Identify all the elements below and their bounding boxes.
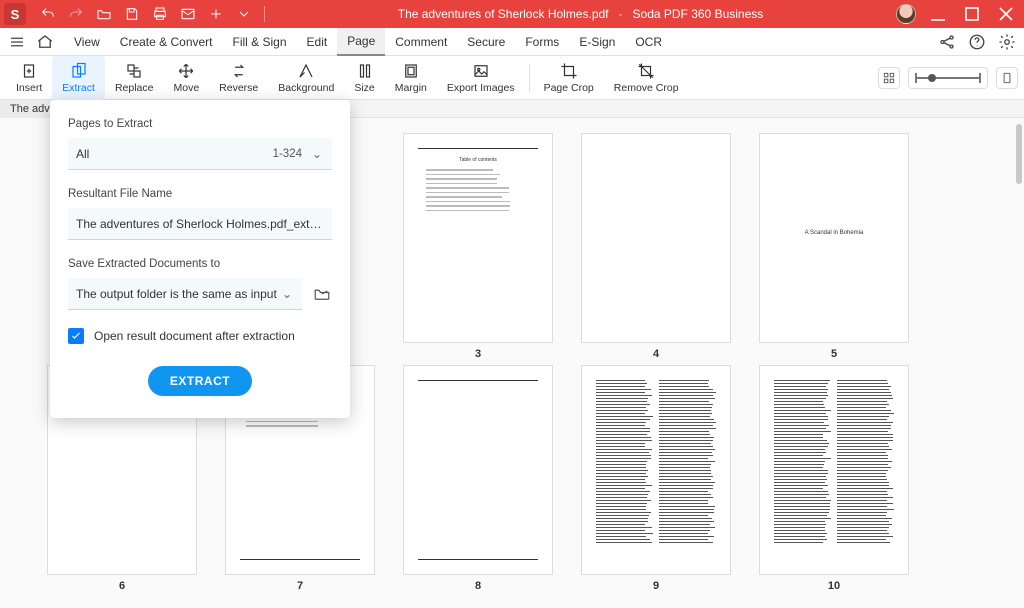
hamburger-icon[interactable] — [8, 33, 26, 51]
pages-to-extract-label: Pages to Extract — [68, 118, 332, 130]
maximize-button[interactable] — [960, 2, 984, 26]
tool-margin[interactable]: Margin — [385, 56, 437, 100]
undo-icon[interactable] — [40, 6, 56, 22]
page-number: 4 — [653, 348, 659, 360]
user-avatar[interactable] — [896, 4, 916, 24]
open-after-label: Open result document after extraction — [94, 329, 295, 343]
save-to-label: Save Extracted Documents to — [68, 258, 332, 270]
add-icon[interactable] — [208, 6, 224, 22]
single-page-toggle[interactable] — [996, 67, 1018, 89]
tool-replace[interactable]: Replace — [105, 56, 164, 100]
menu-secure[interactable]: Secure — [457, 28, 515, 56]
vertical-scrollbar[interactable] — [1016, 124, 1022, 184]
pages-range: 1-324 — [273, 148, 302, 160]
pages-range-dropdown[interactable]: All 1-324 ⌄ — [68, 138, 332, 170]
doc-filename: The adventures of Sherlock Holmes.pdf — [398, 7, 609, 21]
extract-button[interactable]: EXTRACT — [148, 366, 252, 396]
save-to-value: The output folder is the same as input — [76, 287, 280, 301]
page-thumb-10[interactable]: 10 — [760, 366, 908, 592]
save-icon[interactable] — [124, 6, 140, 22]
menu-page[interactable]: Page — [337, 28, 385, 56]
tool-background[interactable]: Background — [268, 56, 344, 100]
open-after-checkbox[interactable] — [68, 328, 84, 344]
extract-panel: Pages to Extract All 1-324 ⌄ Resultant F… — [50, 100, 350, 418]
pages-mode: All — [76, 147, 273, 161]
menu-fill-sign[interactable]: Fill & Sign — [223, 28, 297, 56]
thumbnail-grid-toggle[interactable] — [878, 67, 900, 89]
tool-page-crop[interactable]: Page Crop — [534, 56, 604, 100]
tool-extract[interactable]: Extract — [52, 56, 105, 100]
redo-icon[interactable] — [68, 6, 84, 22]
menu-create-convert[interactable]: Create & Convert — [110, 28, 223, 56]
page-number: 3 — [475, 348, 481, 360]
page-number: 10 — [828, 580, 840, 592]
page-number: 6 — [119, 580, 125, 592]
minimize-button[interactable] — [926, 2, 950, 26]
page-thumb-9[interactable]: 9 — [582, 366, 730, 592]
close-button[interactable] — [994, 2, 1018, 26]
tool-insert[interactable]: Insert — [6, 56, 52, 100]
menu-edit[interactable]: Edit — [297, 28, 338, 56]
save-to-dropdown[interactable]: The output folder is the same as input ⌄ — [68, 278, 302, 310]
home-icon[interactable] — [36, 33, 54, 51]
page-thumb-8[interactable]: 8 — [404, 366, 552, 592]
print-icon[interactable] — [152, 6, 168, 22]
chevron-down-icon: ⌄ — [280, 287, 294, 301]
tool-move[interactable]: Move — [163, 56, 209, 100]
page-number: 7 — [297, 580, 303, 592]
resultant-filename-input[interactable]: The adventures of Sherlock Holmes.pdf_ex… — [68, 208, 332, 240]
tool-reverse[interactable]: Reverse — [209, 56, 268, 100]
help-icon[interactable] — [968, 33, 986, 51]
page-number: 9 — [653, 580, 659, 592]
settings-icon[interactable] — [998, 33, 1016, 51]
menu-view[interactable]: View — [64, 28, 110, 56]
app-badge: S — [4, 3, 26, 25]
filename-value: The adventures of Sherlock Holmes.pdf_ex… — [76, 217, 324, 231]
titlebar: S The adventures of Sherlock Holmes.pdf … — [0, 0, 1024, 28]
tool-remove-crop[interactable]: Remove Crop — [604, 56, 689, 100]
chevron-down-icon: ⌄ — [310, 147, 324, 161]
open-icon[interactable] — [96, 6, 112, 22]
window-title: The adventures of Sherlock Holmes.pdf - … — [265, 7, 896, 21]
page-thumb-5[interactable]: A Scandal in Bohemia5 — [760, 134, 908, 360]
menu-ocr[interactable]: OCR — [625, 28, 672, 56]
menu-comment[interactable]: Comment — [385, 28, 457, 56]
page-number: 8 — [475, 580, 481, 592]
page-toolbar: InsertExtractReplaceMoveReverseBackgroun… — [0, 56, 1024, 100]
page-thumb-4[interactable]: 4 — [582, 134, 730, 360]
menubar: ViewCreate & ConvertFill & SignEditPageC… — [0, 28, 1024, 56]
more-down-icon[interactable] — [236, 6, 252, 22]
page-number: 5 — [831, 348, 837, 360]
tool-export-images[interactable]: Export Images — [437, 56, 525, 100]
share-icon[interactable] — [938, 33, 956, 51]
browse-folder-icon[interactable] — [312, 284, 332, 304]
thumbnail-zoom-slider[interactable] — [908, 67, 988, 89]
app-name: Soda PDF 360 Business — [633, 7, 764, 21]
menu-forms[interactable]: Forms — [515, 28, 569, 56]
tool-size[interactable]: Size — [344, 56, 384, 100]
mail-icon[interactable] — [180, 6, 196, 22]
resultant-filename-label: Resultant File Name — [68, 188, 332, 200]
menu-e-sign[interactable]: E-Sign — [569, 28, 625, 56]
page-thumb-3[interactable]: Table of contents3 — [404, 134, 552, 360]
